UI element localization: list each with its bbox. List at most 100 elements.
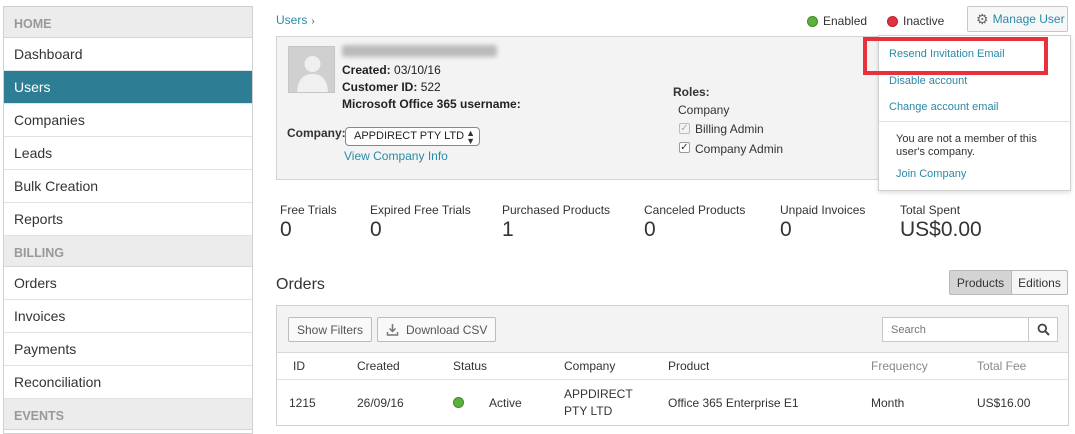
column-header-id[interactable]: ID bbox=[293, 359, 305, 373]
column-header-company[interactable]: Company bbox=[564, 359, 615, 373]
cell-id: 1215 bbox=[289, 396, 316, 410]
column-header-status[interactable]: Status bbox=[453, 359, 487, 373]
breadcrumb: Users › bbox=[276, 13, 315, 27]
stat-purchased-products: Purchased Products 1 bbox=[502, 203, 610, 242]
show-filters-button[interactable]: Show Filters bbox=[288, 317, 373, 342]
search-input[interactable] bbox=[882, 317, 1029, 342]
tab-editions[interactable]: Editions bbox=[1011, 270, 1068, 295]
sidebar-section-home: HOME bbox=[4, 7, 252, 38]
customer-id-label: Customer ID: bbox=[342, 80, 418, 94]
company-select-value: APPDIRECT PTY LTD bbox=[354, 130, 465, 142]
select-arrows-icon: ▲ ▼ bbox=[466, 128, 475, 146]
customer-id-value: 522 bbox=[420, 80, 441, 94]
created-label: Created: bbox=[342, 63, 391, 77]
download-csv-label: Download CSV bbox=[406, 322, 488, 337]
column-header-product[interactable]: Product bbox=[668, 359, 709, 373]
sidebar-item-orders[interactable]: Orders bbox=[4, 267, 252, 300]
legend-inactive-label: Inactive bbox=[903, 14, 945, 28]
stat-free-trials: Free Trials 0 bbox=[280, 203, 337, 242]
column-header-total-fee[interactable]: Total Fee bbox=[977, 359, 1026, 373]
user-silhouette-icon bbox=[297, 56, 328, 92]
cell-product: Office 365 Enterprise E1 bbox=[668, 396, 799, 410]
inactive-status-icon bbox=[887, 15, 898, 27]
legend-enabled: Enabled bbox=[807, 14, 867, 28]
stat-total-spent: Total Spent US$0.00 bbox=[900, 203, 982, 242]
orders-toolbar: Show Filters Download CSV bbox=[277, 306, 1068, 353]
not-member-note: You are not a member of this user's comp… bbox=[896, 133, 1037, 158]
stat-canceled-products: Canceled Products 0 bbox=[644, 203, 745, 242]
o365-username-label: Microsoft Office 365 username: bbox=[342, 97, 521, 111]
join-company-item[interactable]: Join Company bbox=[896, 168, 966, 180]
disable-account-item[interactable]: Disable account bbox=[889, 75, 967, 87]
sidebar-item-payments[interactable]: Payments bbox=[4, 333, 252, 366]
created-value: 03/10/16 bbox=[394, 63, 441, 77]
breadcrumb-users-link[interactable]: Users bbox=[276, 13, 307, 27]
role-company: Company bbox=[678, 103, 730, 117]
orders-panel: Show Filters Download CSV ID Created Sta… bbox=[276, 305, 1069, 426]
sidebar-item-companies[interactable]: Companies bbox=[4, 104, 252, 137]
dropdown-divider bbox=[879, 121, 1070, 122]
sidebar-item-invoices[interactable]: Invoices bbox=[4, 300, 252, 333]
stat-label: Free Trials bbox=[280, 203, 337, 217]
stat-label: Purchased Products bbox=[502, 203, 611, 217]
enabled-status-icon bbox=[807, 15, 818, 27]
tab-products[interactable]: Products bbox=[949, 270, 1012, 295]
stat-label: Canceled Products bbox=[644, 203, 746, 217]
redacted-user-name bbox=[342, 45, 497, 57]
manage-user-button[interactable]: ⚙ Manage User bbox=[967, 6, 1068, 32]
billing-admin-label: Billing Admin bbox=[695, 122, 764, 136]
cell-status: Active bbox=[489, 396, 522, 410]
active-status-icon bbox=[453, 397, 464, 408]
sidebar-item-leads[interactable]: Leads bbox=[4, 137, 252, 170]
breadcrumb-separator: › bbox=[311, 16, 315, 27]
customer-id-line: Customer ID: 522 bbox=[342, 80, 441, 94]
sidebar-item-users[interactable]: Users bbox=[4, 71, 252, 104]
company-admin-label: Company Admin bbox=[695, 142, 784, 156]
company-admin-checkbox[interactable]: ✓ bbox=[679, 142, 690, 153]
search-icon bbox=[1037, 323, 1050, 336]
avatar bbox=[288, 46, 335, 93]
view-company-info-link[interactable]: View Company Info bbox=[344, 149, 448, 163]
o365-username-line: Microsoft Office 365 username: bbox=[342, 97, 521, 111]
manage-user-label: Manage User bbox=[992, 12, 1065, 26]
cell-created: 26/09/16 bbox=[357, 396, 404, 410]
stat-value: 0 bbox=[780, 218, 792, 241]
change-account-email-item[interactable]: Change account email bbox=[889, 101, 998, 113]
billing-admin-checkbox[interactable]: ✓ bbox=[679, 123, 690, 134]
download-csv-button[interactable]: Download CSV bbox=[377, 317, 497, 342]
cell-company-line1: APPDIRECT bbox=[564, 387, 633, 401]
stat-value: US$0.00 bbox=[900, 218, 982, 241]
cell-total-fee: US$16.00 bbox=[977, 396, 1031, 410]
sidebar-item-dashboard[interactable]: Dashboard bbox=[4, 38, 252, 71]
stat-label: Unpaid Invoices bbox=[780, 203, 866, 217]
stat-expired-free-trials: Expired Free Trials 0 bbox=[370, 203, 471, 242]
stat-unpaid-invoices: Unpaid Invoices 0 bbox=[780, 203, 865, 242]
stat-value: 1 bbox=[502, 218, 514, 241]
column-header-created[interactable]: Created bbox=[357, 359, 400, 373]
legend-enabled-label: Enabled bbox=[823, 14, 868, 28]
stat-value: 0 bbox=[370, 218, 382, 241]
company-label: Company: bbox=[287, 126, 346, 140]
download-icon bbox=[386, 324, 399, 336]
sidebar: HOME Dashboard Users Companies Leads Bul… bbox=[3, 6, 253, 434]
stat-value: 0 bbox=[644, 218, 656, 241]
sidebar-item-reconciliation[interactable]: Reconciliation bbox=[4, 366, 252, 399]
stat-label: Expired Free Trials bbox=[370, 203, 471, 217]
sidebar-item-reports[interactable]: Reports bbox=[4, 203, 252, 236]
search-button[interactable] bbox=[1028, 317, 1058, 342]
column-header-frequency[interactable]: Frequency bbox=[871, 359, 928, 373]
stat-value: 0 bbox=[280, 218, 292, 241]
company-select[interactable]: APPDIRECT PTY LTD ▲ ▼ bbox=[345, 127, 480, 146]
gear-icon: ⚙ bbox=[976, 10, 989, 27]
created-line: Created: 03/10/16 bbox=[342, 63, 441, 77]
header-divider bbox=[277, 379, 1068, 380]
sidebar-section-events: EVENTS bbox=[4, 399, 252, 430]
sidebar-section-billing: BILLING bbox=[4, 236, 252, 267]
stat-label: Total Spent bbox=[900, 203, 961, 217]
sidebar-item-bulk-creation[interactable]: Bulk Creation bbox=[4, 170, 252, 203]
orders-title: Orders bbox=[276, 276, 325, 293]
roles-title: Roles: bbox=[673, 85, 710, 99]
legend-inactive: Inactive bbox=[887, 14, 944, 28]
cell-frequency: Month bbox=[871, 396, 905, 410]
cell-company-line2: PTY LTD bbox=[564, 404, 613, 418]
